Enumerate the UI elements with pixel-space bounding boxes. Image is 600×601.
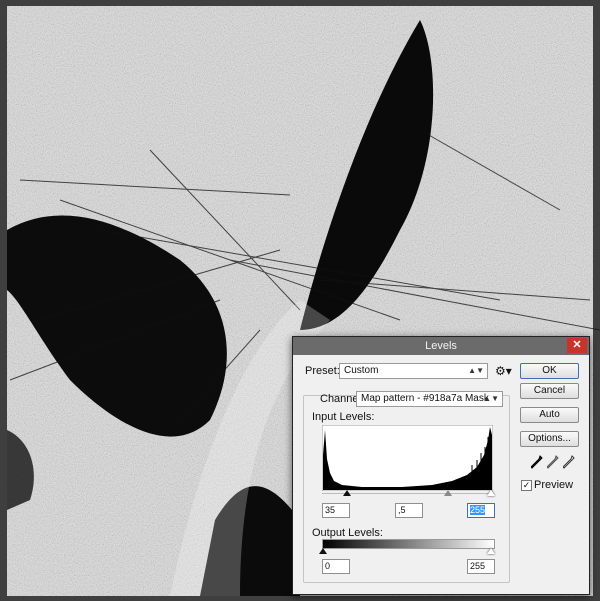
- preset-gear-icon[interactable]: ⚙▾: [495, 364, 512, 378]
- ok-button[interactable]: OK: [520, 363, 579, 379]
- output-black-field[interactable]: 0: [322, 559, 350, 574]
- preset-value: Custom: [344, 365, 379, 376]
- close-button[interactable]: ✕: [567, 338, 587, 353]
- options-button[interactable]: Options...: [520, 431, 579, 447]
- auto-button[interactable]: Auto: [520, 407, 579, 423]
- channel-select[interactable]: Map pattern - #918a7a Mask ▲▼: [356, 391, 503, 407]
- black-eyedropper-icon[interactable]: [531, 455, 543, 469]
- preset-select[interactable]: Custom ▲▼: [339, 363, 488, 379]
- dialog-title: Levels: [425, 340, 457, 352]
- input-black-field[interactable]: 35: [322, 503, 350, 518]
- white-eyedropper-icon[interactable]: [563, 455, 575, 469]
- input-white-slider[interactable]: [487, 490, 495, 496]
- preview-checkbox[interactable]: ✓: [521, 480, 532, 491]
- preset-label: Preset:: [305, 365, 340, 377]
- chevron-updown-icon: ▲▼: [483, 394, 499, 403]
- gray-eyedropper-icon[interactable]: [547, 455, 559, 469]
- input-levels-label: Input Levels:: [312, 411, 375, 423]
- chevron-updown-icon: ▲▼: [468, 366, 484, 375]
- output-white-slider[interactable]: [487, 548, 495, 554]
- levels-dialog: Levels ✕ Preset: Custom ▲▼ ⚙▾ Channel: M…: [292, 336, 590, 595]
- dialog-title-bar[interactable]: Levels: [293, 337, 589, 355]
- input-white-value: 255: [470, 505, 486, 515]
- preview-label: Preview: [534, 479, 574, 491]
- histogram: [322, 425, 493, 491]
- output-black-slider[interactable]: [319, 548, 327, 554]
- channel-value: Map pattern - #918a7a Mask: [361, 393, 489, 404]
- input-gamma-field[interactable]: ,5: [395, 503, 423, 518]
- input-gamma-slider[interactable]: [444, 490, 452, 496]
- cancel-button[interactable]: Cancel: [520, 383, 579, 399]
- input-white-field[interactable]: 255: [467, 503, 495, 518]
- input-black-slider[interactable]: [343, 490, 351, 496]
- output-white-field[interactable]: 255: [467, 559, 495, 574]
- output-gradient-bar: [322, 539, 495, 549]
- output-levels-label: Output Levels:: [312, 527, 383, 539]
